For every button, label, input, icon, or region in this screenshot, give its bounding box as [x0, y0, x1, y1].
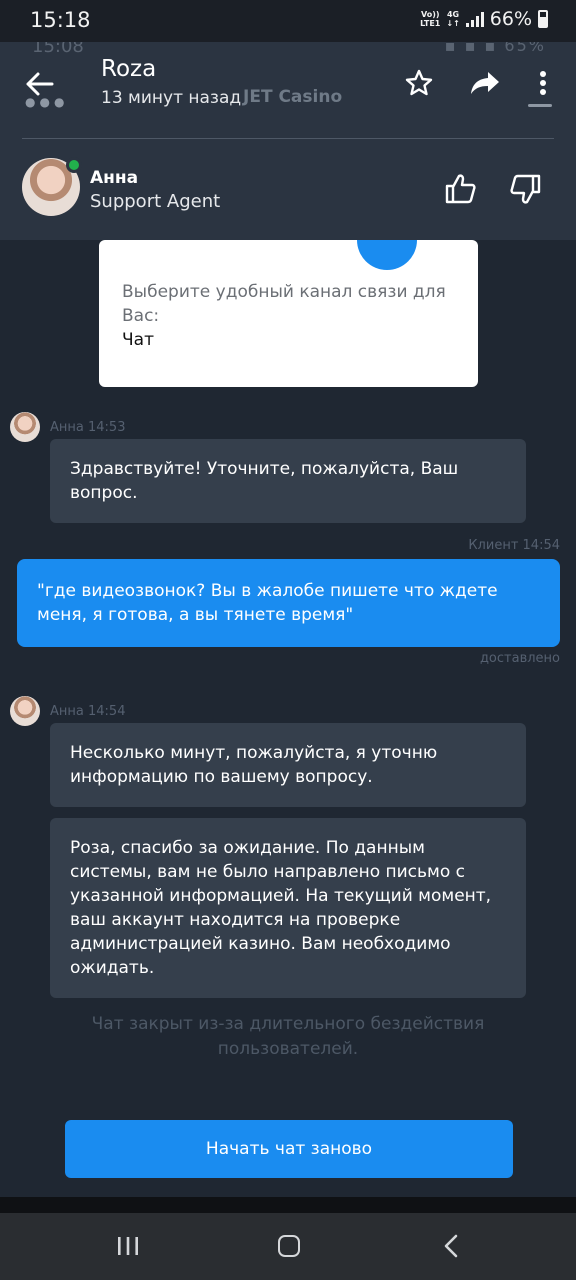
agent-avatar: [22, 157, 82, 216]
handle-bar: [528, 104, 552, 107]
agent-role: Support Agent: [90, 191, 221, 212]
dots-indicator: ●●●: [25, 95, 69, 109]
message-meta: Анна 14:54: [10, 696, 125, 726]
conversation-title: Roza: [101, 56, 157, 82]
delivery-status: доставлено: [479, 651, 560, 666]
agent-message: Здравствуйте! Уточните, пожалуйста, Ваш …: [50, 439, 526, 523]
divider: [22, 138, 554, 139]
message-meta: Клиент 14:54: [468, 538, 560, 553]
status-bar: 15:18 Vo)) LTE1 4G ↓↑ 66%: [0, 0, 576, 42]
last-seen: 13 минут назад: [101, 88, 242, 108]
agent-name: Анна: [90, 168, 139, 188]
agent-message: Несколько минут, пожалуйста, я уточню ин…: [50, 723, 526, 807]
system-nav-bar: [0, 1213, 576, 1280]
online-status-icon: [66, 157, 82, 173]
ghost-status-row: 15:08 ▪ ▪ ▪ 65%: [0, 42, 576, 60]
channel-card: Выберите удобный канал связи для Вас: Ча…: [99, 240, 478, 387]
brand-label: JET Casino: [243, 87, 343, 107]
client-message: "где видеозвонок? Вы в жалобе пишете что…: [17, 559, 560, 647]
battery-percent: 66%: [489, 8, 532, 30]
restart-chat-button[interactable]: Начать чат заново: [65, 1120, 513, 1178]
recent-apps-icon[interactable]: [115, 1235, 141, 1257]
signal-icon: [465, 11, 484, 27]
channel-choice: Чат: [122, 330, 154, 350]
bottom-strip: [0, 1197, 576, 1213]
app-bar: ●●● Roza 13 минут назад JET Casino: [0, 56, 576, 122]
agent-header: Анна Support Agent: [0, 122, 576, 240]
agent-message: Роза, спасибо за ожидание. По данным сис…: [50, 818, 526, 998]
chat-area: Выберите удобный канал связи для Вас: Ча…: [0, 240, 576, 1197]
thumbs-down-icon[interactable]: [508, 172, 542, 206]
thumbs-up-icon[interactable]: [444, 172, 478, 206]
battery-icon: [538, 10, 548, 28]
volte-icon: Vo)) LTE1: [420, 10, 441, 28]
avatar: [10, 696, 40, 726]
more-vert-icon[interactable]: [530, 68, 556, 108]
nav-back-icon[interactable]: [440, 1233, 462, 1259]
status-icons: Vo)) LTE1 4G ↓↑ 66%: [420, 8, 548, 30]
star-icon[interactable]: [404, 68, 434, 98]
chat-closed-note: Чат закрыт из-за длительного бездействия…: [91, 1014, 485, 1059]
network-type-icon: 4G ↓↑: [446, 10, 460, 28]
avatar: [10, 412, 40, 442]
message-meta: Анна 14:53: [10, 412, 125, 442]
home-icon[interactable]: [278, 1235, 300, 1257]
channel-prompt: Выберите удобный канал связи для Вас:: [122, 282, 446, 326]
status-time: 15:18: [30, 8, 91, 32]
share-icon[interactable]: [468, 68, 502, 98]
chat-screen: 15:18 Vo)) LTE1 4G ↓↑ 66% 15:08 ▪ ▪ ▪ 65…: [0, 0, 576, 1280]
